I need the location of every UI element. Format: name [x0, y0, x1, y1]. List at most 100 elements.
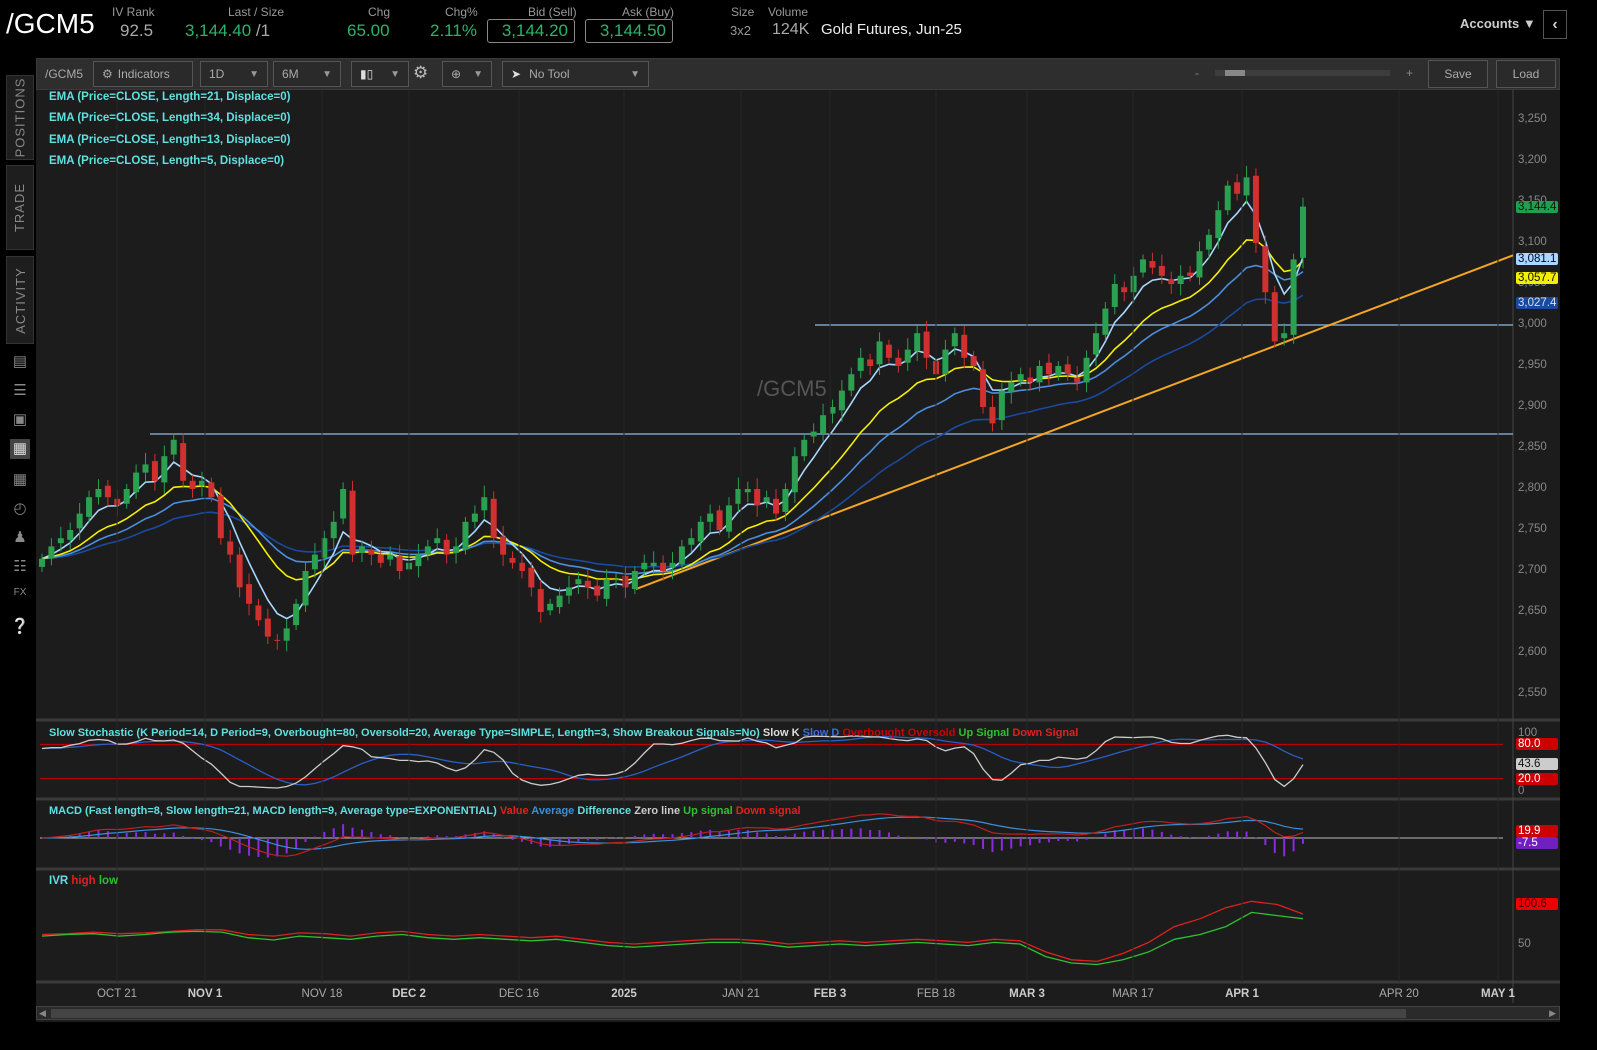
candle-body	[255, 605, 262, 621]
candle-body	[801, 439, 808, 457]
price-tick: 3,250	[1518, 113, 1547, 125]
macd-diff-tag: -7.5	[1516, 837, 1558, 849]
study-ema13-label[interactable]: EMA (Price=CLOSE, Length=13, Displace=0)	[49, 134, 290, 146]
candle-body	[1092, 333, 1099, 355]
candle-body	[1055, 366, 1062, 376]
price-tick: 2,750	[1518, 523, 1547, 535]
date-tick: FEB 18	[916, 988, 956, 1000]
candle-body	[688, 538, 695, 545]
candle-body	[923, 331, 930, 358]
candle-body	[904, 349, 911, 363]
candle-body	[227, 541, 234, 555]
date-tick: 2025	[611, 988, 637, 1000]
candle-body	[876, 341, 883, 365]
candle-body	[1224, 185, 1231, 211]
candle-body	[791, 456, 798, 493]
candle-body	[358, 546, 365, 553]
candle-body	[744, 489, 751, 493]
price-tick: 3,000	[1518, 318, 1547, 330]
candle-body	[302, 571, 309, 606]
study-ema21-label[interactable]: EMA (Price=CLOSE, Length=21, Displace=0)	[49, 91, 290, 103]
candle-body	[970, 356, 977, 366]
legend-slow-d: Slow D	[802, 727, 840, 739]
candle-body	[39, 558, 45, 567]
candle-body	[1196, 251, 1203, 278]
candle-body	[1252, 175, 1259, 243]
candle-body	[1064, 364, 1071, 375]
price-tick: 2,700	[1518, 564, 1547, 576]
candle-body	[1111, 284, 1118, 307]
stoch-axis-0: 0	[1518, 785, 1525, 797]
stoch-params: Slow Stochastic (K Period=14, D Period=9…	[49, 727, 760, 739]
legend-up-signal: Up signal	[683, 805, 733, 817]
candle-body	[471, 513, 478, 522]
candle-body	[989, 407, 996, 424]
candle-body	[161, 456, 168, 483]
candle-body	[528, 567, 535, 588]
candle-body	[198, 480, 205, 486]
scroll-right-icon[interactable]: ▶	[1549, 1008, 1556, 1019]
candle-body	[735, 489, 742, 504]
candle-body	[274, 639, 281, 641]
candle-body	[283, 628, 290, 641]
candle-body	[716, 510, 723, 530]
date-tick: APR 20	[1379, 988, 1419, 1000]
ivr-title[interactable]: IVR high low	[49, 875, 118, 887]
candle-body	[509, 557, 516, 563]
candle-body	[857, 357, 864, 371]
date-tick: MAR 17	[1112, 988, 1154, 1000]
scrollbar-thumb[interactable]	[51, 1009, 1406, 1018]
candle-body	[895, 357, 902, 366]
date-tick: DEC 2	[392, 988, 426, 1000]
candle-body	[340, 489, 347, 519]
candle-body	[885, 344, 892, 358]
candle-body	[697, 521, 704, 542]
candle-body	[1027, 377, 1034, 383]
ivr-high-line	[41, 900, 1304, 963]
candle-body	[537, 589, 544, 612]
ivr-high-tag: 100.6	[1516, 898, 1558, 910]
legend-value: Value	[499, 805, 529, 817]
price-tick: 2,950	[1518, 359, 1547, 371]
candle-body	[518, 562, 525, 571]
macd-title[interactable]: MACD (Fast length=8, Slow length=21, MAC…	[49, 805, 801, 817]
candle-body	[500, 536, 507, 555]
candle-body	[396, 556, 403, 571]
price-tick: 3,100	[1518, 236, 1547, 248]
stochastic-title[interactable]: Slow Stochastic (K Period=14, D Period=9…	[49, 727, 1078, 739]
legend-difference: Difference	[577, 805, 632, 817]
candle-body	[189, 480, 196, 489]
legend-average: Average	[531, 805, 575, 817]
macd-params: MACD (Fast length=8, Slow length=21, MAC…	[49, 805, 497, 817]
legend-down-signal: Down signal	[735, 805, 801, 817]
candle-body	[1300, 206, 1306, 258]
candle-body	[1234, 182, 1241, 194]
candle-body	[848, 374, 855, 391]
candle-body	[57, 538, 64, 544]
macd-value-tag: 19.9	[1516, 825, 1558, 837]
candle-body	[1102, 308, 1109, 335]
candle-body	[481, 497, 488, 511]
stoch-k-tag: 43.6	[1516, 758, 1558, 770]
candle-body	[942, 349, 949, 375]
candle-body	[453, 546, 460, 553]
legend-overbought: Overbought	[842, 727, 905, 739]
scroll-left-icon[interactable]: ◀	[39, 1008, 46, 1019]
candle-body	[594, 585, 601, 596]
date-tick: JAN 21	[722, 988, 760, 1000]
candle-body	[951, 333, 958, 347]
candle-body	[490, 498, 497, 539]
last-price-tag: 3,144.4	[1516, 201, 1558, 213]
candle-body	[246, 584, 253, 604]
candle-body	[584, 580, 591, 588]
candle-body	[1130, 275, 1137, 293]
candle-body	[180, 443, 187, 481]
candle-body	[707, 513, 714, 522]
date-tick: MAY 1	[1481, 988, 1515, 1000]
candle-body	[67, 530, 74, 540]
candle-body	[330, 521, 337, 539]
horizontal-scrollbar[interactable]: ◀ ▶	[36, 1006, 1560, 1020]
study-ema34-label[interactable]: EMA (Price=CLOSE, Length=34, Displace=0)	[49, 112, 290, 124]
study-ema5-label[interactable]: EMA (Price=CLOSE, Length=5, Displace=0)	[49, 155, 284, 167]
candle-body	[86, 497, 93, 517]
